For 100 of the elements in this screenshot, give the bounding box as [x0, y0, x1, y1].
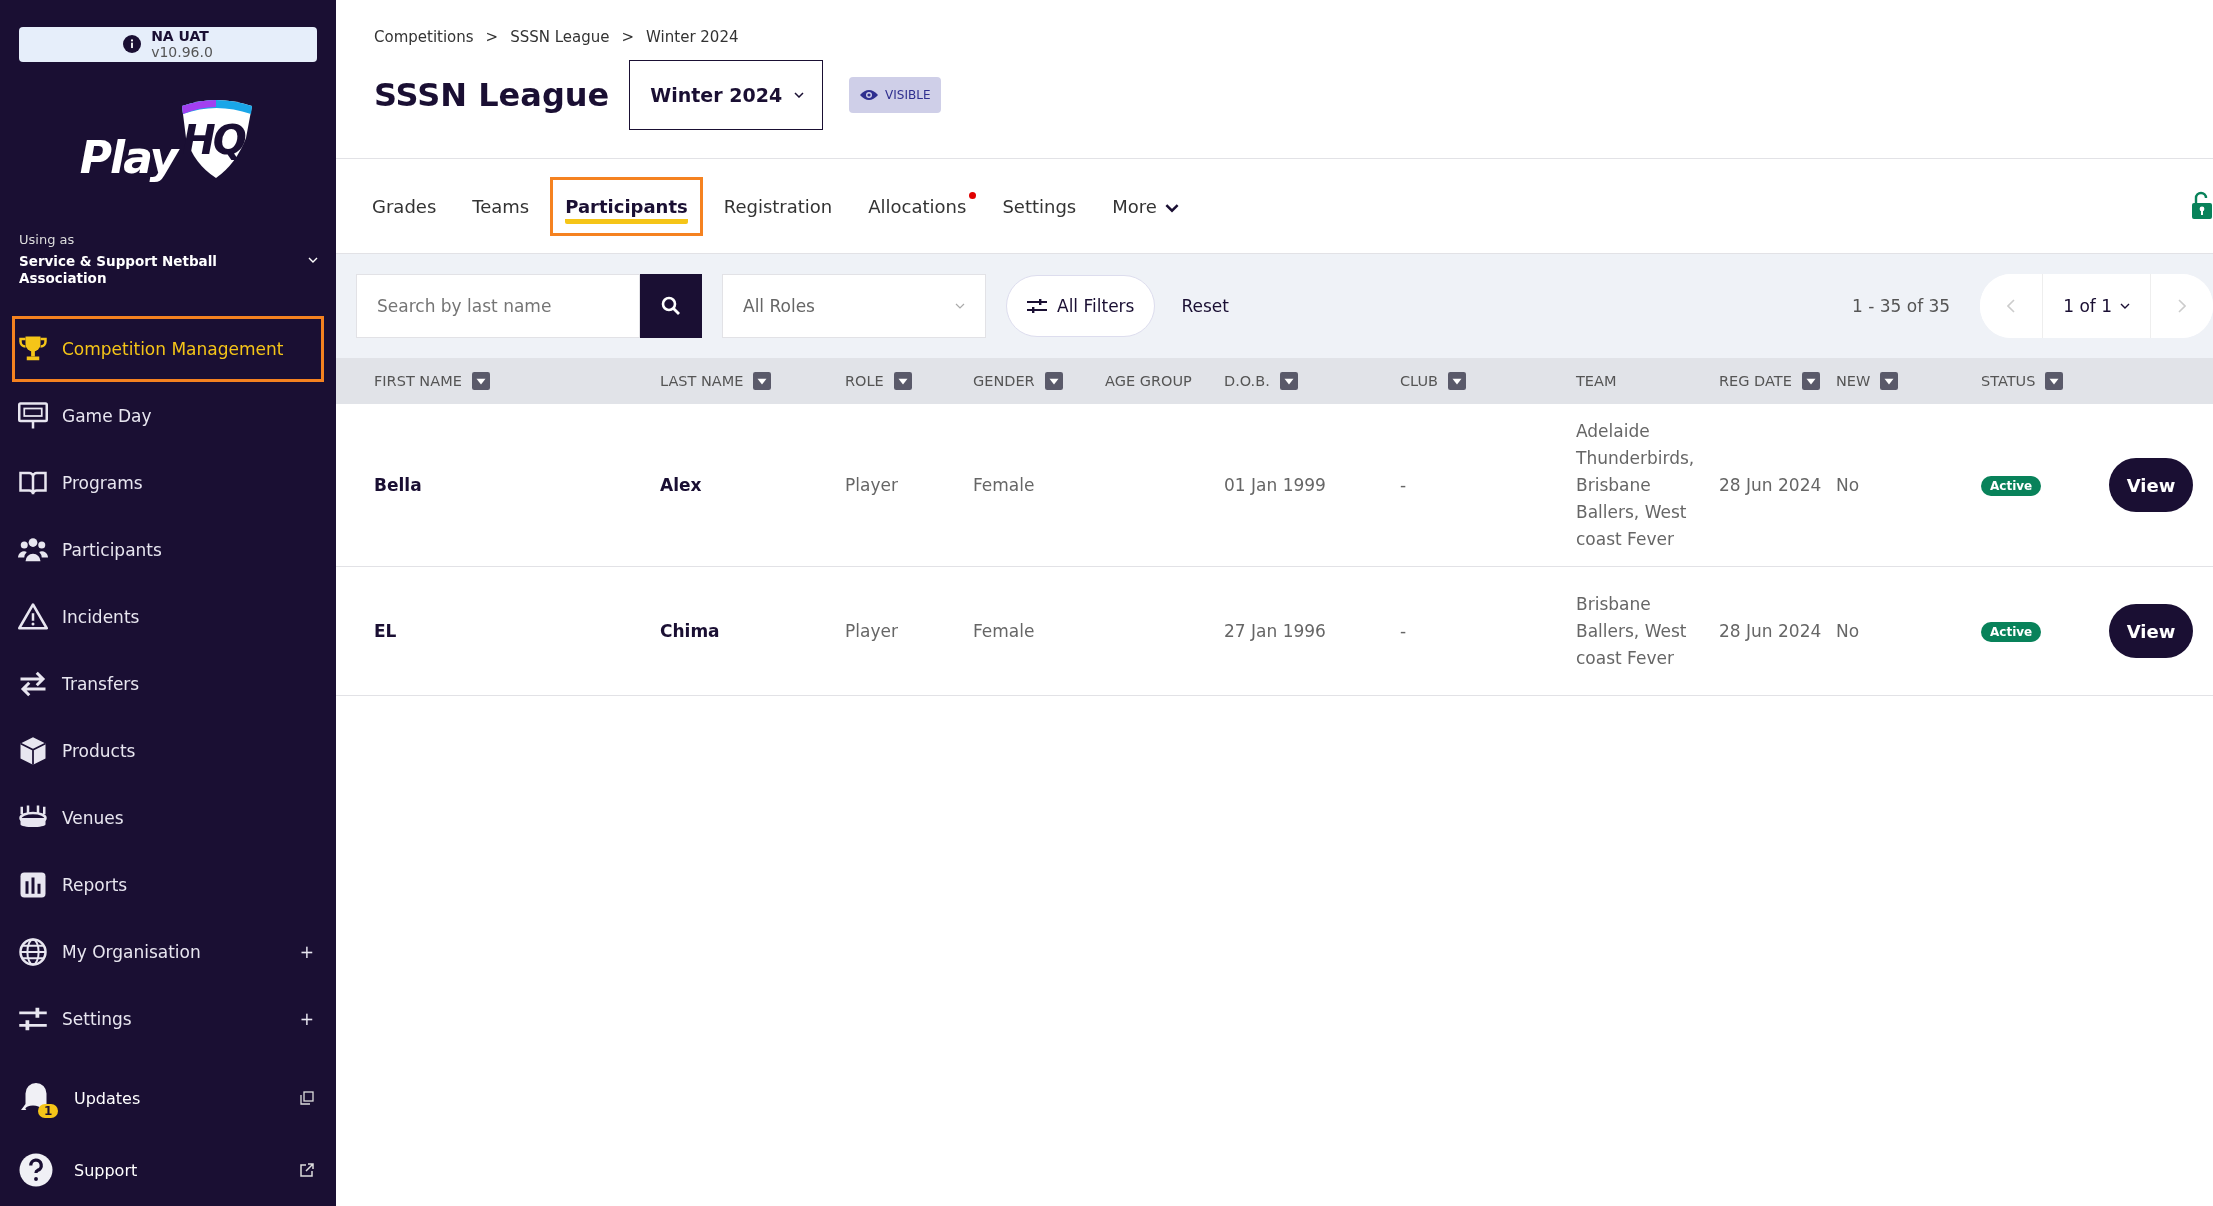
filter-dropdown-icon[interactable]: [893, 372, 912, 390]
filter-dropdown-icon[interactable]: [1448, 372, 1467, 390]
gender-cell: Female: [973, 474, 1035, 495]
reset-button[interactable]: Reset: [1175, 295, 1235, 317]
last-name-cell: Chima: [660, 620, 720, 641]
tab[interactable]: Registration: [709, 177, 847, 235]
page-dropdown[interactable]: 1 of 1: [2042, 274, 2151, 338]
role-cell: Player: [845, 474, 898, 495]
nav-item[interactable]: Incidents: [12, 583, 324, 650]
new-window-icon: [300, 1091, 314, 1105]
first-name-cell: Bella: [374, 474, 422, 495]
tab[interactable]: Teams: [458, 177, 544, 235]
column-header[interactable]: D.O.B.: [1224, 372, 1298, 390]
caption: Using as: [19, 231, 76, 247]
expand-icon: +: [299, 1008, 314, 1029]
scoreboard-icon: [18, 400, 48, 431]
search-button[interactable]: [640, 274, 702, 338]
globe-icon: [18, 936, 48, 967]
column-header[interactable]: REG DATE: [1719, 372, 1820, 390]
registration-date-cell: 28 Jun 2024: [1719, 620, 1822, 641]
expand-icon: +: [299, 941, 314, 962]
filter-dropdown-icon[interactable]: [1279, 372, 1298, 390]
column-header[interactable]: CLUB: [1400, 372, 1467, 390]
filter-dropdown-icon[interactable]: [2045, 372, 2064, 390]
chevron-down-icon: [794, 92, 805, 98]
nav-item[interactable]: Competition Management: [12, 316, 324, 382]
notification-dot: [969, 191, 977, 199]
season-dropdown[interactable]: Winter 2024: [629, 60, 824, 130]
eye-icon: [859, 89, 880, 101]
filter-dropdown-icon[interactable]: [471, 372, 490, 390]
nav-item[interactable]: Reports: [12, 851, 324, 918]
nav-item[interactable]: Transfers: [12, 650, 324, 717]
breadcrumb-link[interactable]: Competitions: [374, 28, 474, 46]
nav-item[interactable]: Support: [12, 1134, 324, 1206]
sliders-icon: [1027, 299, 1047, 313]
nav-item[interactable]: Game Day: [12, 382, 324, 449]
first-name-cell: EL: [374, 620, 397, 641]
status-badge: Active: [1981, 621, 2042, 642]
team-names-cell: Adelaide Thunderbirds, Brisbane Ballers, West coast Fever: [1576, 420, 1695, 549]
notification-badge: 1: [38, 1104, 59, 1118]
status-badge: Active: [1981, 475, 2042, 496]
organisation-switcher[interactable]: Using as Service & Support Netball Association: [19, 231, 324, 288]
chevron-down-icon: [1164, 203, 1179, 213]
warning-icon: [18, 601, 48, 632]
page-title: SSSN League: [374, 76, 610, 114]
column-header[interactable]: GENDER: [973, 372, 1063, 390]
search-icon: [661, 296, 681, 316]
environment-name: NA UAT: [151, 28, 210, 45]
column-header[interactable]: LAST NAME: [660, 372, 772, 390]
view-button[interactable]: View: [2109, 458, 2193, 512]
help-icon: [18, 1152, 54, 1188]
breadcrumb-link[interactable]: Winter 2024: [646, 28, 739, 46]
filter-dropdown-icon[interactable]: [1801, 372, 1820, 390]
all-filters-button[interactable]: All Filters: [1006, 275, 1156, 337]
chevron-down-icon: [2120, 303, 2130, 309]
tab[interactable]: Participants: [551, 177, 702, 235]
team-names-cell: Brisbane Ballers, West coast Fever: [1576, 593, 1687, 668]
version-number: v10.96.0: [151, 44, 213, 61]
tab[interactable]: Allocations: [854, 177, 981, 235]
role-cell: Player: [845, 620, 898, 641]
filter-dropdown-icon[interactable]: [1880, 372, 1899, 390]
registration-date-cell: 28 Jun 2024: [1719, 474, 1822, 495]
club-cell: -: [1400, 620, 1407, 641]
breadcrumb-separator: >: [621, 28, 635, 46]
nav-item[interactable]: Venues: [12, 784, 324, 851]
view-button[interactable]: View: [2109, 604, 2193, 658]
nav-item[interactable]: My Organisation +: [12, 918, 324, 985]
breadcrumb-link[interactable]: SSSN League: [510, 28, 610, 46]
tab[interactable]: Settings: [988, 177, 1091, 235]
date-of-birth-cell: 27 Jan 1996: [1224, 620, 1326, 641]
chevron-left-icon: [2007, 299, 2016, 313]
visibility-badge: VISIBLE: [849, 77, 941, 113]
organisation-name: Service & Support Netball Association: [19, 252, 218, 288]
filter-dropdown-icon[interactable]: [1044, 372, 1063, 390]
chevron-right-icon: [2178, 299, 2186, 313]
chevron-down-icon: [308, 256, 318, 263]
filter-dropdown-icon[interactable]: [753, 372, 772, 390]
new-flag-cell: No: [1836, 620, 1860, 641]
column-header[interactable]: STATUS: [1981, 372, 2064, 390]
unlocked-padlock-icon[interactable]: [2191, 191, 2213, 221]
new-flag-cell: No: [1836, 474, 1860, 495]
search-field[interactable]: Search by last name: [356, 274, 640, 338]
gender-cell: Female: [973, 620, 1035, 641]
tab[interactable]: Grades: [358, 177, 451, 235]
nav-item[interactable]: 1 Updates: [12, 1062, 324, 1134]
nav-item[interactable]: Settings +: [12, 985, 324, 1052]
column-header[interactable]: TEAM: [1576, 373, 1617, 389]
column-header[interactable]: NEW: [1836, 372, 1899, 390]
club-cell: -: [1400, 474, 1407, 495]
date-of-birth-cell: 01 Jan 1999: [1224, 474, 1326, 495]
role-dropdown[interactable]: All Roles: [722, 274, 986, 338]
nav-item[interactable]: Products: [12, 717, 324, 784]
column-header[interactable]: ROLE: [845, 372, 912, 390]
nav-item[interactable]: Participants: [12, 516, 324, 583]
nav-item[interactable]: Programs: [12, 449, 324, 516]
breadcrumb-separator: >: [485, 28, 499, 46]
column-header[interactable]: FIRST NAME: [374, 372, 490, 390]
column-header[interactable]: AGE GROUP: [1105, 373, 1192, 389]
info-icon: [123, 35, 142, 54]
tab[interactable]: More: [1098, 177, 1193, 235]
